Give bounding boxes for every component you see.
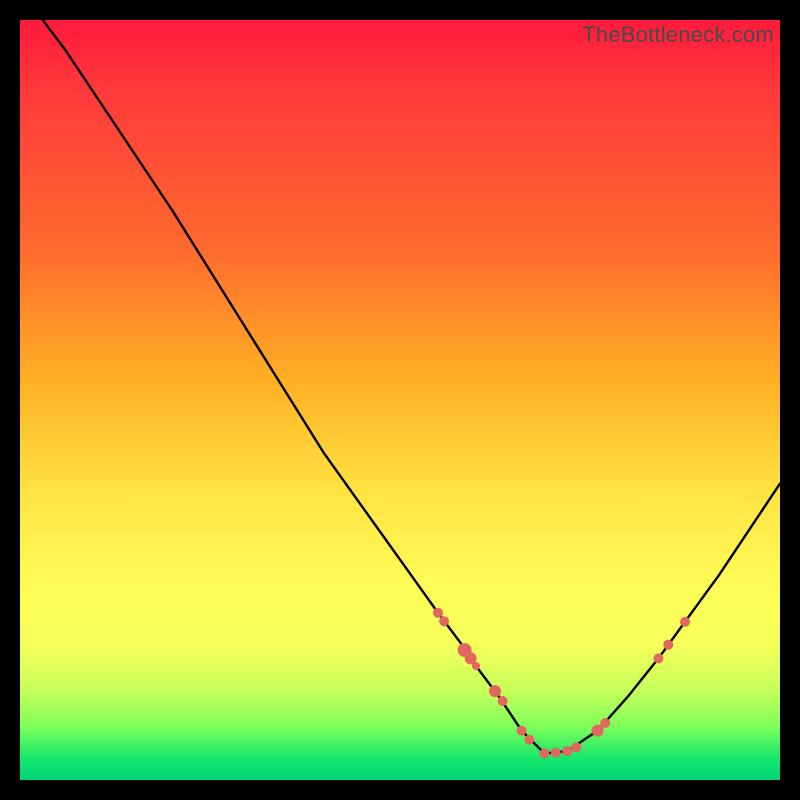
curve-marker: [472, 662, 480, 670]
curve-marker: [571, 742, 581, 752]
curve-marker: [524, 735, 534, 745]
chart-svg: [20, 20, 780, 780]
curve-markers-group: [433, 608, 690, 759]
curve-marker: [551, 748, 561, 758]
curve-marker: [539, 748, 549, 758]
curve-marker: [653, 653, 663, 663]
curve-marker: [439, 616, 449, 626]
curve-marker: [562, 746, 572, 756]
curve-marker: [433, 608, 443, 618]
curve-marker: [498, 696, 508, 706]
chart-frame: TheBottleneck.com: [20, 20, 780, 780]
curve-marker: [600, 718, 610, 728]
watermark-text: TheBottleneck.com: [582, 22, 774, 48]
curve-marker: [517, 726, 527, 736]
curve-marker: [489, 685, 501, 697]
curve-marker: [663, 640, 673, 650]
curve-marker: [680, 617, 690, 627]
